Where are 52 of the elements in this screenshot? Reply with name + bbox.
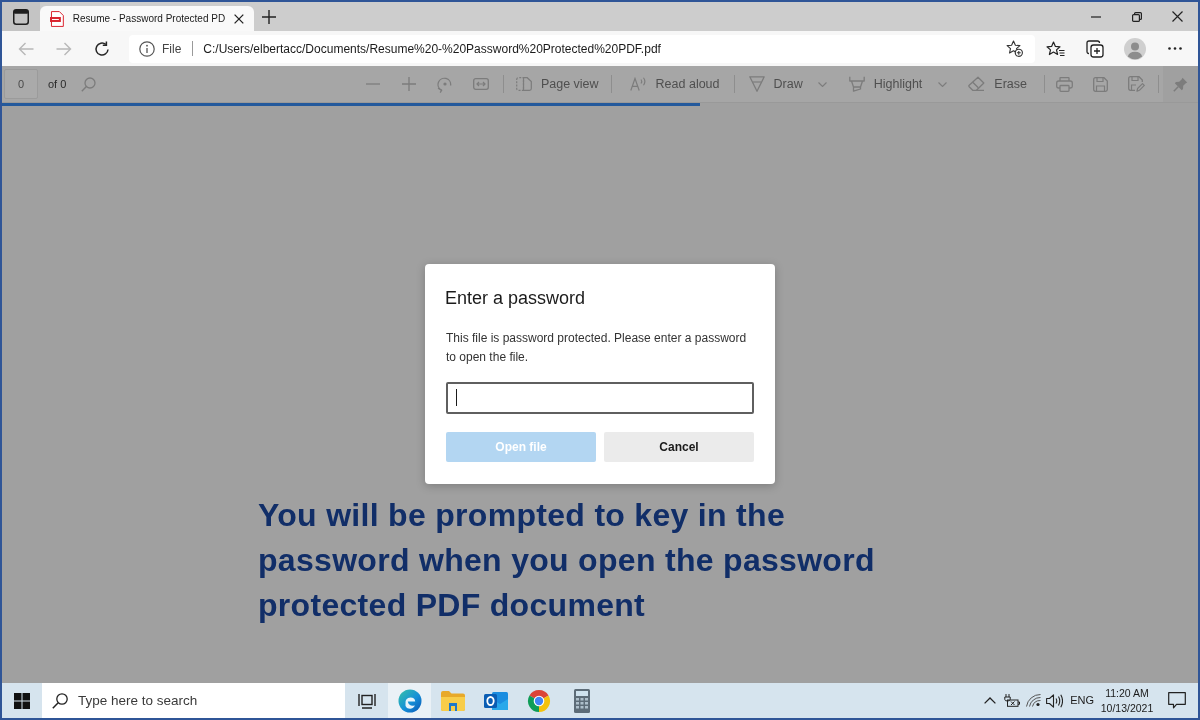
- folder-icon: [440, 690, 465, 711]
- info-icon[interactable]: [139, 40, 155, 57]
- page-view-button[interactable]: Page view: [507, 65, 607, 103]
- password-field[interactable]: [446, 382, 754, 414]
- battery-plug-icon[interactable]: [1003, 694, 1021, 707]
- pdf-file-icon: [50, 10, 64, 27]
- read-aloud-button[interactable]: Read aloud: [621, 65, 728, 103]
- tricolor-circle-icon: [526, 688, 551, 713]
- highlighter-icon: [848, 76, 865, 92]
- windows-logo-icon[interactable]: [14, 692, 30, 709]
- wifi-icon[interactable]: [1026, 694, 1042, 707]
- restore-icon[interactable]: [1131, 11, 1142, 22]
- calculator-icon: [573, 688, 590, 713]
- more-icon[interactable]: [1168, 47, 1182, 50]
- page-count-text: of 0: [48, 76, 67, 92]
- sidebar-square-icon[interactable]: [13, 8, 29, 25]
- dialog-title: Enter a password: [445, 288, 587, 309]
- pen-tip-icon: [748, 76, 765, 92]
- scheme-label: File: [162, 40, 182, 58]
- envelope-ring-icon: [483, 689, 508, 712]
- taskbar-app-button[interactable]: [388, 683, 431, 718]
- task-view-icon[interactable]: [357, 692, 376, 709]
- draw-button[interactable]: Draw: [740, 65, 811, 103]
- close-icon[interactable]: [1172, 11, 1183, 22]
- close-icon[interactable]: [234, 13, 244, 24]
- speaker-icon[interactable]: [1046, 693, 1064, 708]
- speech-bubble-icon[interactable]: [1167, 692, 1186, 709]
- search-icon: [52, 693, 68, 709]
- open-book-icon: [515, 77, 532, 91]
- avatar-icon[interactable]: [1124, 37, 1146, 60]
- address-bar[interactable]: File C:/Users/elbertacc/Documents/Resume%20-%20Password%20Protected%20PDF.pdf: [129, 34, 1035, 63]
- chevron-up-icon[interactable]: [984, 697, 997, 704]
- refresh-icon[interactable]: [94, 40, 110, 57]
- star-list-icon[interactable]: [1045, 40, 1065, 57]
- language-indicator[interactable]: ENG: [1065, 692, 1099, 709]
- taskbar-search-field[interactable]: Type here to search: [42, 683, 345, 718]
- page-number-field[interactable]: 0: [4, 69, 38, 99]
- cancel-button[interactable]: Cancel: [604, 432, 754, 462]
- star-plus-icon[interactable]: [1006, 40, 1023, 57]
- minimize-icon[interactable]: [1090, 15, 1101, 18]
- highlight-button[interactable]: Highlight: [840, 65, 931, 103]
- plus-icon[interactable]: [262, 9, 276, 24]
- browser-tab[interactable]: Resume - Password Protected PD: [40, 6, 254, 31]
- clock-date[interactable]: 10/13/2021: [1100, 700, 1154, 716]
- clock-time[interactable]: 11:20 AM: [1105, 685, 1149, 701]
- caption-text: You will be prompted to key in the password when you open the password protected PDF document: [258, 496, 876, 625]
- url-text[interactable]: C:/Users/elbertacc/Documents/Resume%20-%20Password%20Protected%20PDF.pdf: [203, 39, 661, 58]
- eraser-icon: [968, 76, 986, 92]
- squares-plus-icon[interactable]: [1086, 39, 1104, 58]
- letter-sound-icon: [629, 77, 647, 91]
- swirl-logo-icon: [397, 688, 422, 713]
- dialog-message: This file is password protected. Please enter a password to open the file.: [446, 330, 748, 366]
